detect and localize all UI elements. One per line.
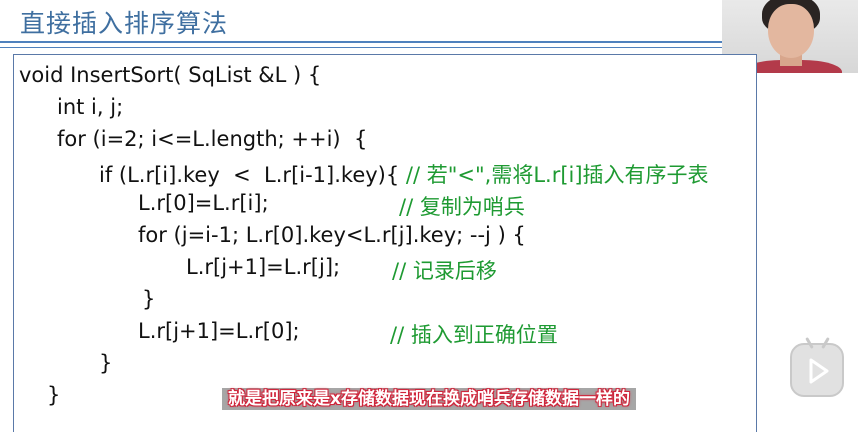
code-text: for (i=2; i<=L.length; ++i) { <box>57 127 368 151</box>
tv-play-icon[interactable] <box>790 337 844 397</box>
code-line-10: } <box>99 351 112 375</box>
slide-title: 直接插入排序算法 <box>20 9 229 38</box>
code-line-3: for (i=2; i<=L.length; ++i) { <box>57 127 367 151</box>
code-box: void InsertSort( SqList &L ) { int i, j;… <box>13 54 757 432</box>
code-comment-9: // 插入到正确位置 <box>390 323 558 347</box>
presenter-face <box>768 4 814 58</box>
code-comment: // 若"<",需将L.r[i]插入有序子表 <box>405 163 709 187</box>
code-text: L.r[j+1]=L.r[0]; <box>138 319 300 343</box>
code-line-5: L.r[0]=L.r[i]; <box>138 191 269 215</box>
code-line-6: for (j=i-1; L.r[0].key<L.r[j].key; --j )… <box>138 223 526 247</box>
code-text: } <box>142 287 156 311</box>
code-line-9: L.r[j+1]=L.r[0]; <box>138 319 300 343</box>
code-line-4: if (L.r[i].key < L.r[i-1].key){ // 若"<",… <box>99 159 709 189</box>
code-text: for (j=i-1; L.r[0].key<L.r[j].key; --j )… <box>138 223 526 247</box>
code-line-1: void InsertSort( SqList &L ) { <box>19 63 321 87</box>
title-rule-bottom <box>0 47 722 48</box>
code-line-7: L.r[j+1]=L.r[j]; <box>186 255 340 279</box>
tv-antenna-right <box>821 337 830 349</box>
code-text: int i, j; <box>57 95 124 119</box>
code-text: if (L.r[i].key < L.r[i-1].key){ <box>99 163 400 187</box>
code-line-8: } <box>142 287 155 311</box>
code-text: L.r[0]=L.r[i]; <box>138 191 269 215</box>
subtitle-text: 就是把原来是x存储数据现在换成哨兵存储数据一样的 <box>222 388 636 410</box>
title-rule-top <box>0 41 722 43</box>
code-line-2: int i, j; <box>57 95 123 119</box>
video-subtitle: 就是把原来是x存储数据现在换成哨兵存储数据一样的 <box>0 384 858 410</box>
tv-antenna-left <box>805 337 814 349</box>
code-comment-7: // 记录后移 <box>392 259 497 283</box>
code-text: } <box>99 351 113 375</box>
code-text: L.r[j+1]=L.r[j]; <box>186 255 341 279</box>
code-text: void InsertSort( SqList &L ) { <box>19 63 322 87</box>
play-triangle-icon <box>809 358 829 384</box>
code-comment-5: // 复制为哨兵 <box>399 195 525 219</box>
